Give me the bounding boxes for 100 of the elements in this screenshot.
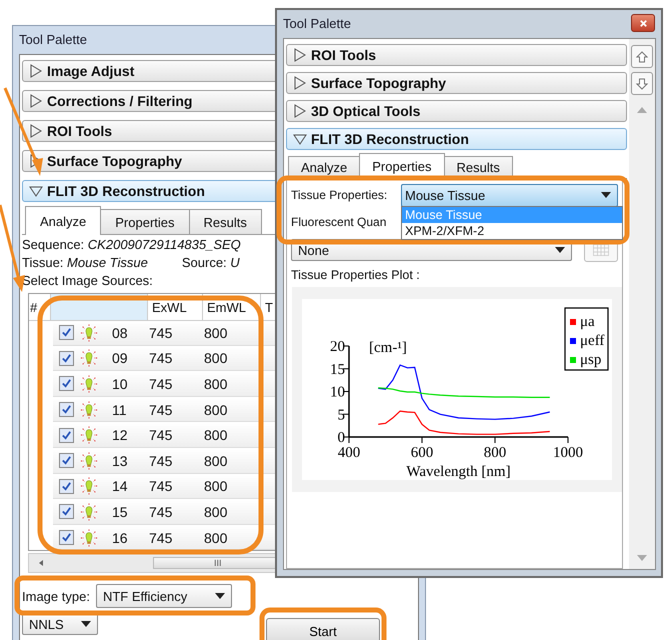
x-axis-label: Wavelength [nm] xyxy=(406,464,511,480)
table-cell-text: 800 xyxy=(204,504,228,520)
caret-icon xyxy=(555,247,566,253)
tab[interactable]: Results xyxy=(188,209,262,234)
close-button[interactable] xyxy=(631,14,655,32)
checkbox[interactable] xyxy=(59,325,74,340)
checkbox[interactable] xyxy=(59,478,74,494)
tab[interactable]: Properties xyxy=(100,209,190,234)
down-arrow-icon xyxy=(636,78,648,90)
table-cell-text: 745 xyxy=(149,350,174,366)
expanded-triangle-icon xyxy=(293,132,307,146)
table-cell-text: 10 xyxy=(111,376,129,392)
light-bulb-icon xyxy=(80,400,98,419)
sequence-label: Sequence: xyxy=(22,237,84,252)
collapsed-triangle-icon xyxy=(293,104,307,118)
table-cell-text: 08 xyxy=(111,324,129,341)
table-cell-text: 09 xyxy=(111,350,129,366)
checkbox[interactable] xyxy=(59,402,74,418)
collapsed-triangle-icon xyxy=(293,48,307,62)
legend-box xyxy=(564,307,609,371)
checkbox[interactable] xyxy=(59,530,74,546)
checkbox[interactable] xyxy=(59,453,74,468)
table-cell-text: 800 xyxy=(204,530,228,546)
light-bulb-icon xyxy=(80,452,98,470)
close-icon xyxy=(638,18,648,28)
up-arrow-icon xyxy=(636,50,648,62)
caret-icon xyxy=(214,593,225,599)
table-cell-text: 800 xyxy=(204,478,228,494)
section-header[interactable]: 3D Optical Tools xyxy=(286,100,627,122)
section-header[interactable]: ROI Tools xyxy=(286,44,627,66)
tissue-value: Mouse Tissue xyxy=(67,255,148,270)
light-bulb-icon xyxy=(80,374,98,393)
image-type-label: Image type: xyxy=(22,588,90,604)
table-cell-text: 745 xyxy=(149,478,174,494)
table-cell-text: 745 xyxy=(149,427,174,444)
checkbox[interactable] xyxy=(59,504,74,520)
y-tick-label: 15 xyxy=(330,362,345,378)
light-bulb-icon xyxy=(80,426,98,444)
table-cell-text: 745 xyxy=(149,376,174,392)
y-tick-label: 20 xyxy=(330,339,345,355)
source-label: Source: xyxy=(182,255,227,270)
dropdown-option[interactable]: XPM-2/XFM-2 xyxy=(402,223,622,239)
caret-icon xyxy=(81,621,91,627)
light-bulb-icon xyxy=(80,477,98,496)
table-cell-text: 12 xyxy=(111,427,129,444)
y-axis-label: [cm-¹] xyxy=(369,340,407,356)
scroll-down-button[interactable] xyxy=(631,72,653,95)
fluorescent-label: Fluorescent Quan xyxy=(291,215,386,229)
light-bulb-icon xyxy=(80,349,98,368)
plot-label: Tissue Properties Plot : xyxy=(291,267,421,284)
section-header[interactable]: Surface Topography xyxy=(286,72,627,94)
table-cell-text: 800 xyxy=(204,350,228,366)
table-cell-text: 800 xyxy=(204,452,228,469)
light-bulb-icon xyxy=(80,324,98,342)
checkbox[interactable] xyxy=(59,428,74,443)
table-cell-text: 800 xyxy=(204,324,228,341)
table-cell-text: 745 xyxy=(149,402,174,418)
table-cell-text: 16 xyxy=(111,530,129,546)
y-tick-label: 5 xyxy=(338,407,345,424)
tab[interactable]: Analyze xyxy=(288,156,360,178)
collapsed-triangle-icon xyxy=(29,64,43,78)
checkbox[interactable] xyxy=(59,350,74,366)
table-cell-text: 745 xyxy=(149,530,174,546)
x-tick-label: 1000 xyxy=(553,445,583,461)
grid-icon xyxy=(593,244,610,256)
start-button[interactable]: Start xyxy=(266,618,380,640)
column-header[interactable]: ExWL xyxy=(148,294,203,320)
section-header[interactable]: FLIT 3D Reconstruction xyxy=(286,128,627,150)
sequence-value: CK20090729114835_SEQ xyxy=(88,237,241,252)
column-header[interactable]: EmWL xyxy=(203,294,261,320)
scroll-up-button[interactable] xyxy=(631,45,653,68)
table-cell-text: 745 xyxy=(149,504,174,520)
y-tick-label: 10 xyxy=(330,384,345,400)
legend-label: μa xyxy=(580,314,595,330)
checkbox[interactable] xyxy=(59,376,74,392)
table-cell-text: 14 xyxy=(111,478,129,494)
tab[interactable]: Analyze xyxy=(25,206,102,235)
window-title: Tool Palette xyxy=(283,16,352,30)
tissue-properties-dropdown[interactable]: Mouse Tissue xyxy=(401,184,618,206)
tissue-label: Tissue: xyxy=(22,255,64,270)
table-cell-text: 800 xyxy=(204,376,228,392)
image-type-dropdown[interactable]: NTF Efficiency xyxy=(96,584,232,608)
tissue-properties-label: Tissue Properties: xyxy=(291,188,388,202)
table-cell-text: 800 xyxy=(204,427,228,444)
caret-icon xyxy=(601,192,611,198)
x-tick-label: 400 xyxy=(338,445,360,461)
table-cell-text: 11 xyxy=(111,402,128,418)
x-tick-label: 800 xyxy=(484,445,506,461)
scroll-left-icon[interactable] xyxy=(37,559,45,567)
legend-label: μeff xyxy=(580,333,604,349)
table-cell-text: 15 xyxy=(111,504,129,520)
expanded-triangle-icon xyxy=(29,184,43,198)
light-bulb-icon xyxy=(80,528,98,547)
collapsed-triangle-icon xyxy=(293,76,307,90)
light-bulb-icon xyxy=(80,502,98,521)
collapsed-triangle-icon xyxy=(29,124,43,138)
window-title: Tool Palette xyxy=(19,32,88,46)
table-cell-text: 800 xyxy=(204,402,228,418)
legend-label: μsp xyxy=(580,352,602,368)
source-value: U xyxy=(230,255,240,270)
